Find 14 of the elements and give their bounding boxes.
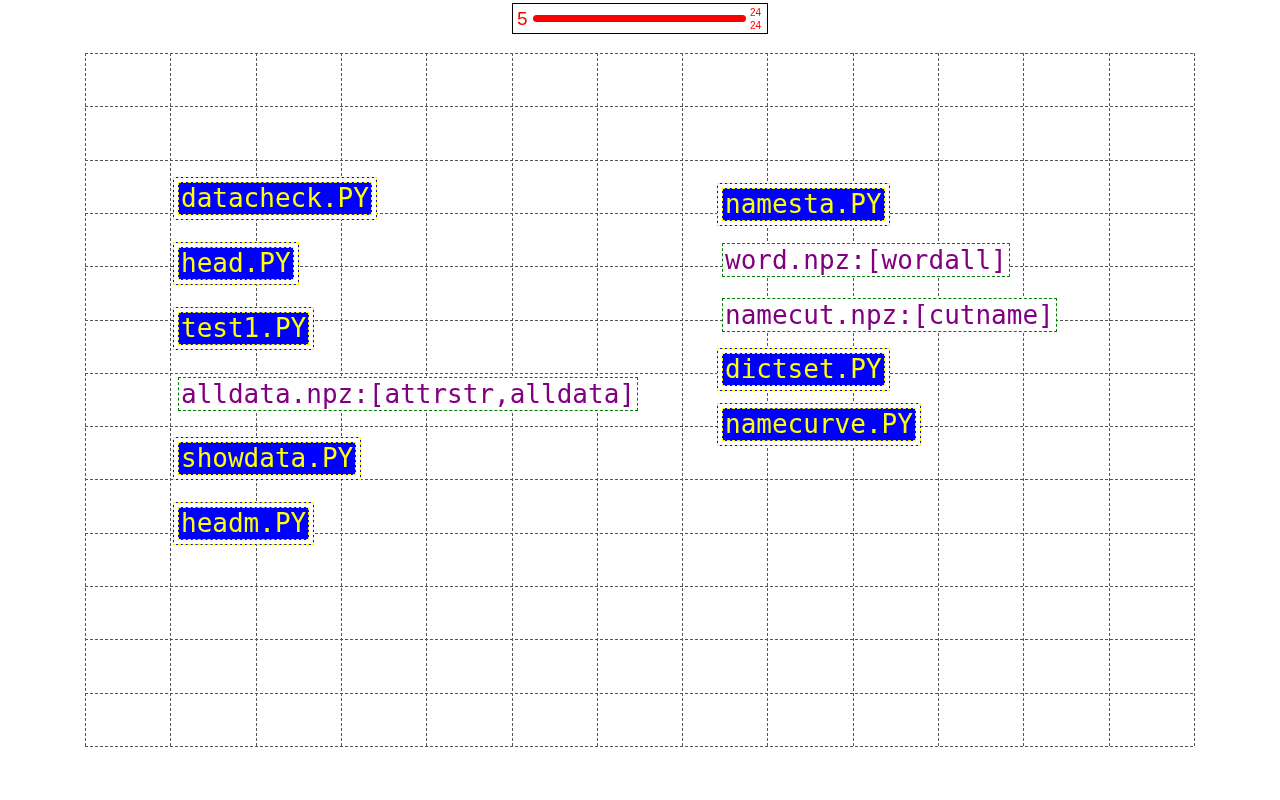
script-node: namecurve.PY xyxy=(717,403,921,446)
data-node: namecut.npz:[cutname] xyxy=(722,297,1057,332)
lower-value: 24 xyxy=(749,18,761,32)
script-node: dictset.PY xyxy=(717,348,890,391)
min-value: 5 xyxy=(517,8,528,29)
data-node: word.npz:[wordall] xyxy=(722,242,1010,277)
script-node: head.PY xyxy=(173,242,299,285)
script-node: headm.PY xyxy=(173,502,315,545)
data-node: alldata.npz:[attrstr,alldata] xyxy=(178,376,638,411)
script-node: test1.PY xyxy=(173,307,315,350)
upper-value: 24 xyxy=(749,5,761,19)
script-node: namesta.PY xyxy=(717,183,890,226)
script-node: datacheck.PY xyxy=(173,177,377,220)
script-node: showdata.PY xyxy=(173,437,362,480)
